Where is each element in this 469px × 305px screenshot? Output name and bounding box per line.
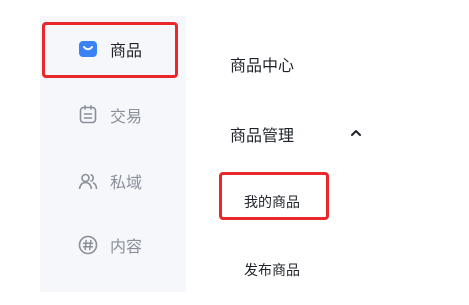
submenu-goods-management[interactable]: 商品管理 [230,122,294,146]
chevron-up-icon[interactable] [349,125,363,139]
bag-icon [78,39,98,59]
users-icon [78,171,98,191]
sidebar-item-content[interactable]: 内容 [40,216,186,274]
primary-sidebar: 商品 交易 私域 内容 [40,16,186,292]
receipt-icon [78,105,98,125]
sidebar-item-label: 商品 [110,41,143,60]
sidebar-item-label: 内容 [110,237,143,256]
sidebar-item-label: 交易 [110,107,143,126]
sidebar-item-goods[interactable]: 商品 [40,20,186,78]
submenu-goods-center[interactable]: 商品中心 [230,52,294,76]
submenu-item-publish-goods[interactable]: 发布商品 [244,260,300,280]
goods-navigation-panel: 商品 交易 私域 内容 商品中心 商品管理 我的商品 发布商品 [0,0,469,305]
sidebar-item-label: 私域 [110,173,143,192]
submenu-item-my-goods[interactable]: 我的商品 [244,192,300,212]
sidebar-item-trade[interactable]: 交易 [40,86,186,144]
sidebar-item-private-domain[interactable]: 私域 [40,152,186,210]
hashtag-icon [78,235,98,255]
